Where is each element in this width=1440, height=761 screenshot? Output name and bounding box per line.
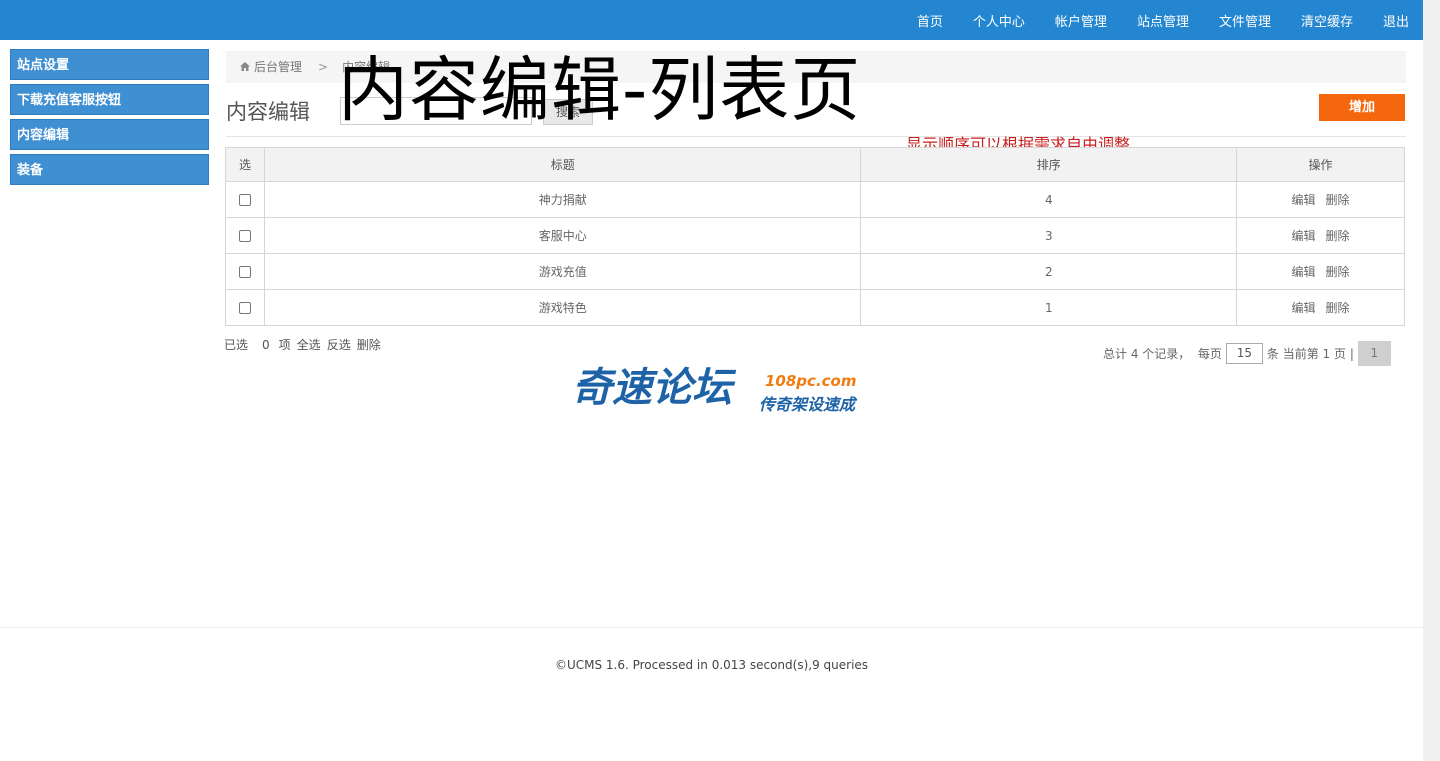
row-title: 神力捐献	[263, 181, 862, 218]
top-nav: 首页 个人中心 帐户管理 站点管理 文件管理 清空缓存 退出	[887, 0, 1409, 40]
footer-divider	[0, 627, 1423, 628]
watermark-logo: 奇速论坛 108pc.com 传奇架设速成	[572, 360, 872, 416]
row-sort: 1	[860, 289, 1238, 326]
breadcrumb-separator: >	[318, 60, 329, 74]
row-actions: 编辑 删除	[1236, 289, 1405, 326]
row-sort: 3	[860, 217, 1238, 254]
row-checkbox[interactable]	[238, 230, 251, 242]
sidebar-item-content-edit[interactable]: 内容编辑	[10, 119, 209, 150]
table-row: 游戏特色 1 编辑 删除	[225, 289, 1405, 326]
row-checkbox[interactable]	[238, 266, 251, 278]
breadcrumb-home[interactable]: 后台管理	[254, 60, 302, 74]
nav-accounts[interactable]: 帐户管理	[1055, 11, 1107, 30]
top-nav-bar: 首页 个人中心 帐户管理 站点管理 文件管理 清空缓存 退出	[0, 0, 1423, 40]
column-header-title: 标题	[263, 147, 862, 182]
row-title: 客服中心	[263, 217, 862, 254]
invert-selection-link[interactable]: 反选	[327, 338, 351, 352]
watermark-url: 108pc.com	[765, 372, 857, 390]
page-title: 内容编辑	[226, 100, 310, 124]
nav-home[interactable]: 首页	[917, 11, 943, 30]
nav-clear-cache[interactable]: 清空缓存	[1301, 11, 1353, 30]
edit-link[interactable]: 编辑	[1292, 301, 1316, 315]
row-actions: 编辑 删除	[1236, 253, 1405, 290]
page-size-input[interactable]: 15	[1225, 343, 1263, 364]
nav-sites[interactable]: 站点管理	[1137, 11, 1189, 30]
selected-label: 已选	[224, 338, 249, 352]
table-row: 神力捐献 4 编辑 删除	[225, 181, 1405, 218]
selected-count: 0	[262, 338, 270, 352]
nav-logout[interactable]: 退出	[1383, 11, 1409, 30]
selection-bar: 已选 0 项全选 反选 删除	[224, 336, 387, 353]
pager-status: 条 当前第 1 页 |	[1266, 347, 1354, 361]
column-header-actions: 操作	[1236, 147, 1405, 182]
edit-link[interactable]: 编辑	[1292, 265, 1316, 279]
watermark-main: 奇速论坛	[572, 365, 732, 411]
divider	[226, 136, 1406, 137]
pagination: 总计 4 个记录， 每页 15 条 当前第 1 页 | 1	[1103, 341, 1391, 366]
delete-link[interactable]: 删除	[1326, 265, 1350, 279]
footer-text: ©UCMS 1.6. Processed in 0.013 second(s),…	[554, 658, 869, 672]
table-header-row: 选 标题 排序 操作	[225, 147, 1405, 182]
table-row: 游戏充值 2 编辑 删除	[225, 253, 1405, 290]
row-select-cell	[225, 181, 265, 218]
watermark-sub: 传奇架设速成	[759, 395, 856, 414]
row-select-cell	[225, 217, 265, 254]
edit-link[interactable]: 编辑	[1292, 229, 1316, 243]
nav-files[interactable]: 文件管理	[1219, 11, 1271, 30]
delete-link[interactable]: 删除	[1326, 301, 1350, 315]
column-header-sort: 排序	[860, 147, 1238, 182]
page-number-button[interactable]: 1	[1357, 341, 1391, 366]
batch-delete-link[interactable]: 删除	[357, 338, 381, 352]
sidebar-item-site-settings[interactable]: 站点设置	[10, 49, 209, 80]
scrollbar[interactable]	[1423, 0, 1440, 761]
row-actions: 编辑 删除	[1236, 181, 1405, 218]
select-all-link[interactable]: 全选	[297, 338, 321, 352]
delete-link[interactable]: 删除	[1326, 229, 1350, 243]
row-sort: 4	[860, 181, 1238, 218]
overlay-title: 内容编辑-列表页	[338, 49, 862, 131]
row-title: 游戏充值	[263, 253, 862, 290]
content-table: 选 标题 排序 操作 神力捐献 4 编辑 删除 客服中心 3 编辑 删除 游戏充值 …	[225, 147, 1405, 326]
pager-total: 总计 4 个记录，	[1103, 347, 1191, 361]
row-title: 游戏特色	[263, 289, 862, 326]
delete-link[interactable]: 删除	[1326, 193, 1350, 207]
pager-per-page-label: 每页	[1197, 347, 1222, 361]
nav-profile[interactable]: 个人中心	[973, 11, 1025, 30]
row-select-cell	[225, 253, 265, 290]
add-button[interactable]: 增加	[1319, 94, 1405, 121]
row-checkbox[interactable]	[238, 302, 251, 314]
column-header-select: 选	[225, 147, 265, 182]
sidebar: 站点设置 下载充值客服按钮 内容编辑 装备	[10, 49, 209, 189]
sidebar-item-equipment[interactable]: 装备	[10, 154, 209, 185]
row-sort: 2	[860, 253, 1238, 290]
row-actions: 编辑 删除	[1236, 217, 1405, 254]
row-checkbox[interactable]	[238, 194, 251, 206]
sidebar-item-download-buttons[interactable]: 下载充值客服按钮	[10, 84, 209, 115]
home-icon	[240, 62, 250, 71]
row-select-cell	[225, 289, 265, 326]
edit-link[interactable]: 编辑	[1292, 193, 1316, 207]
selected-unit: 项	[278, 338, 291, 352]
table-row: 客服中心 3 编辑 删除	[225, 217, 1405, 254]
